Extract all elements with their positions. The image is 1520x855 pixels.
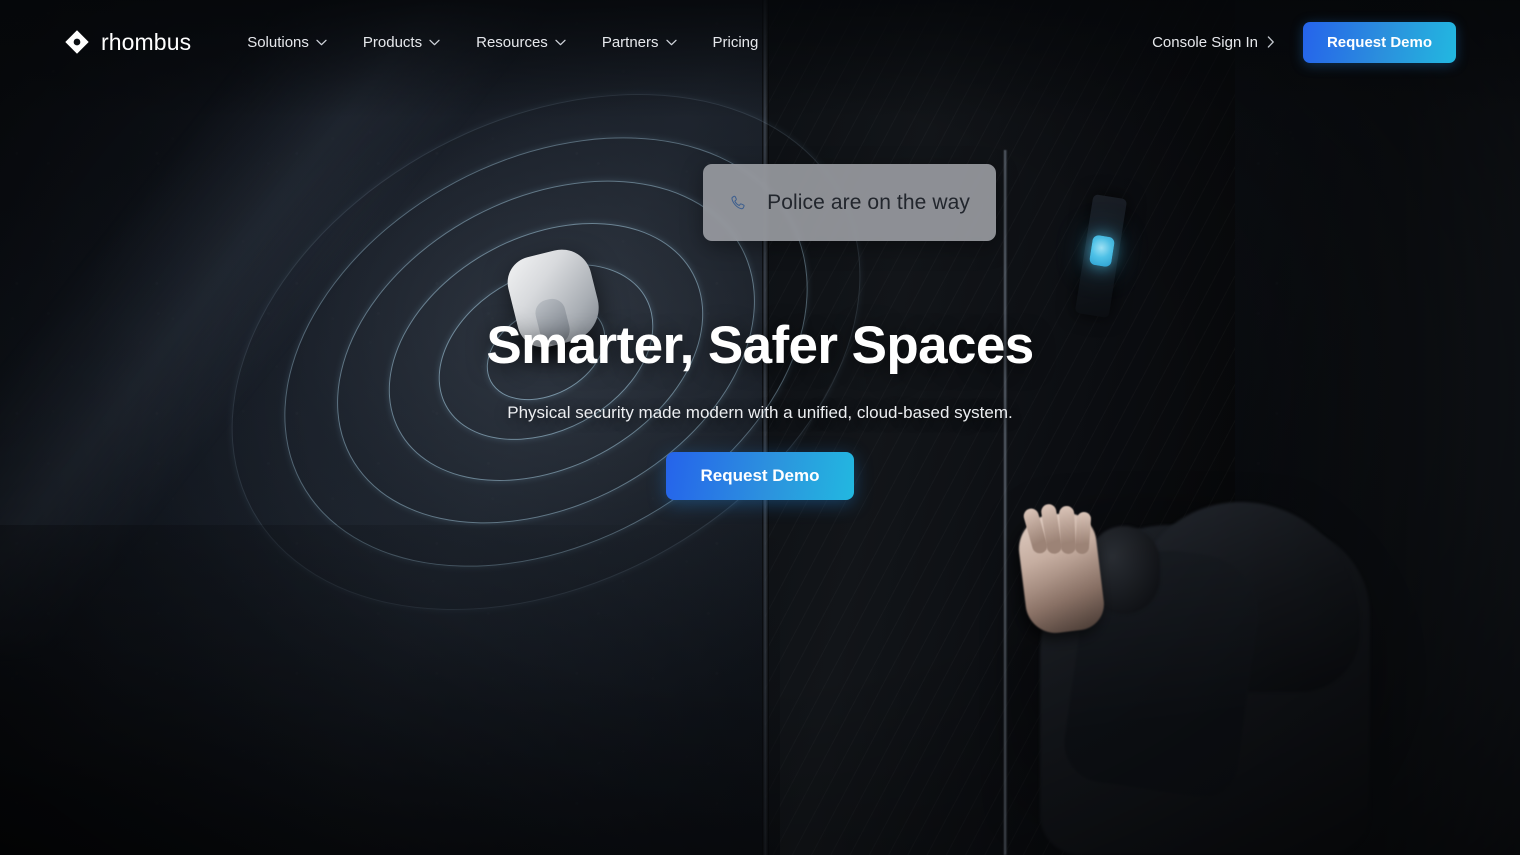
nav-item-products[interactable]: Products xyxy=(345,24,458,61)
nav-item-label: Partners xyxy=(601,33,659,51)
chevron-down-icon xyxy=(316,39,327,45)
nav-item-solutions[interactable]: Solutions xyxy=(229,24,345,61)
nav-actions: Console Sign In Request Demo xyxy=(1152,21,1456,63)
nav-item-partners[interactable]: Partners xyxy=(584,24,695,61)
police-alert-message: Police are on the way xyxy=(767,190,970,214)
chevron-down-icon xyxy=(665,39,677,45)
rhombus-diamond-icon xyxy=(65,30,89,54)
nav-item-label: Solutions xyxy=(247,33,309,51)
chevron-right-icon xyxy=(1267,36,1274,48)
console-sign-in-label: Console Sign In xyxy=(1152,33,1258,51)
hero-section: rhombus Solutions Products Resources Par… xyxy=(0,0,1520,855)
hero-content: Smarter, Safer Spaces Physical security … xyxy=(0,318,1520,500)
brand-name: rhombus xyxy=(101,28,192,55)
figure-finger xyxy=(1074,511,1092,555)
console-sign-in-link[interactable]: Console Sign In xyxy=(1152,34,1275,51)
main-navigation-bar: rhombus Solutions Products Resources Par… xyxy=(0,0,1520,84)
nav-links: Solutions Products Resources Partners Pr… xyxy=(229,24,776,61)
hero-subtitle: Physical security made modern with a uni… xyxy=(507,402,1013,422)
hero-title: Smarter, Safer Spaces xyxy=(486,316,1034,375)
chevron-down-icon xyxy=(429,39,440,45)
nav-item-label: Products xyxy=(362,33,423,51)
nav-item-resources[interactable]: Resources xyxy=(458,24,584,61)
request-demo-button-hero[interactable]: Request Demo xyxy=(666,451,854,500)
figure-finger xyxy=(1058,505,1077,555)
brand-logo-link[interactable]: rhombus xyxy=(64,29,191,56)
chevron-down-icon xyxy=(555,39,566,45)
police-alert-card: Police are on the way xyxy=(703,164,996,241)
nav-item-label: Pricing xyxy=(712,33,759,51)
nav-item-pricing[interactable]: Pricing xyxy=(695,24,777,61)
phone-icon xyxy=(731,195,745,209)
nav-item-label: Resources xyxy=(476,33,548,51)
blue-led-indicator xyxy=(1088,234,1116,268)
floor-shading xyxy=(0,525,780,855)
request-demo-button-nav[interactable]: Request Demo xyxy=(1302,21,1456,63)
